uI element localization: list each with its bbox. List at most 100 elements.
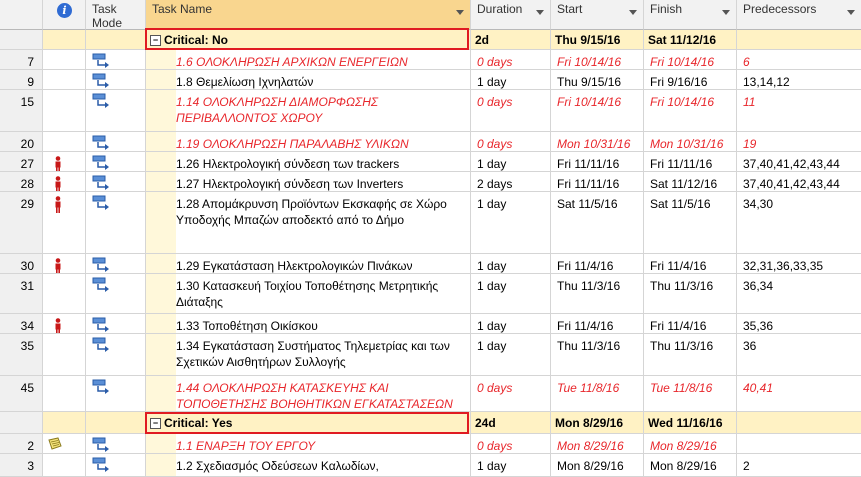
row-finish[interactable]: Thu 11/3/16 xyxy=(644,274,737,314)
row-task-mode[interactable] xyxy=(86,50,146,70)
row-task-name[interactable]: 1.44 ΟΛΟΚΛΗΡΩΣΗ ΚΑΤΑΣΚΕΥΗΣ ΚΑΙ ΤΟΠΟΘΕΤΗΣ… xyxy=(146,376,471,412)
header-duration[interactable]: Duration xyxy=(471,0,551,30)
row-duration[interactable]: 1 day xyxy=(471,192,551,254)
table-row[interactable]: 35 1.34 Εγκατάσταση Συστήματος Τηλεμετρία… xyxy=(0,334,861,376)
row-duration[interactable]: 1 day xyxy=(471,254,551,274)
row-task-mode[interactable] xyxy=(86,274,146,314)
row-duration[interactable]: 1 day xyxy=(471,152,551,172)
row-task-mode[interactable] xyxy=(86,132,146,152)
row-task-mode[interactable] xyxy=(86,454,146,477)
row-duration[interactable]: 1 day xyxy=(471,314,551,334)
row-finish[interactable]: Fri 10/14/16 xyxy=(644,50,737,70)
row-id[interactable]: 2 xyxy=(0,434,43,454)
row-id[interactable]: 31 xyxy=(0,274,43,314)
row-start[interactable]: Mon 8/29/16 xyxy=(551,454,644,477)
note-icon[interactable] xyxy=(47,437,63,453)
row-predecessors[interactable]: 40,41 xyxy=(737,376,861,412)
row-task-name[interactable]: 1.27 Ηλεκτρολογική σύνδεση των Inverters xyxy=(146,172,471,192)
table-row[interactable]: 7 1.6 ΟΛΟΚΛΗΡΩΣΗ ΑΡΧΙΚΩΝ ΕΝΕΡΓΕΙΩΝ 0 days F… xyxy=(0,50,861,70)
row-id[interactable]: 20 xyxy=(0,132,43,152)
row-finish[interactable]: Mon 8/29/16 xyxy=(644,454,737,477)
row-task-name[interactable]: 1.2 Σχεδιασμός Οδεύσεων Καλωδίων, xyxy=(146,454,471,477)
row-task-mode[interactable] xyxy=(86,314,146,334)
row-task-name[interactable]: 1.19 ΟΛΟΚΛΗΡΩΣΗ ΠΑΡΑΛΑΒΗΣ ΥΛΙΚΩΝ xyxy=(146,132,471,152)
row-task-name[interactable]: 1.29 Εγκατάσταση Ηλεκτρολογικών Πινάκων xyxy=(146,254,471,274)
row-duration[interactable]: 1 day xyxy=(471,454,551,477)
row-task-mode[interactable] xyxy=(86,254,146,274)
row-task-name[interactable]: 1.14 ΟΛΟΚΛΗΡΩΣΗ ΔΙΑΜΟΡΦΩΣΗΣ ΠΕΡΙΒΑΛΛΟΝΤΟ… xyxy=(146,90,471,132)
row-task-mode[interactable] xyxy=(86,192,146,254)
row-finish[interactable]: Fri 11/4/16 xyxy=(644,254,737,274)
row-task-mode[interactable] xyxy=(86,376,146,412)
row-task-name[interactable]: 1.8 Θεμελίωση Ιχνηλατών xyxy=(146,70,471,90)
table-row[interactable]: 20 1.19 ΟΛΟΚΛΗΡΩΣΗ ΠΑΡΑΛΑΒΗΣ ΥΛΙΚΩΝ 0 days… xyxy=(0,132,861,152)
row-duration[interactable]: 0 days xyxy=(471,434,551,454)
header-finish[interactable]: Finish xyxy=(644,0,737,30)
table-row[interactable]: 31 1.30 Κατασκευή Τοιχίου Τοποθέτησης Μετ… xyxy=(0,274,861,314)
row-predecessors[interactable]: 34,30 xyxy=(737,192,861,254)
row-duration[interactable]: 0 days xyxy=(471,50,551,70)
row-predecessors[interactable]: 36 xyxy=(737,334,861,376)
row-task-name[interactable]: 1.28 Απομάκρυνση Προϊόντων Εκσκαφής σε Χ… xyxy=(146,192,471,254)
row-id[interactable]: 28 xyxy=(0,172,43,192)
row-finish[interactable]: Tue 11/8/16 xyxy=(644,376,737,412)
row-duration[interactable]: 0 days xyxy=(471,376,551,412)
row-task-mode[interactable] xyxy=(86,172,146,192)
table-row[interactable]: 2 1.1 ΕΝΑΡΞΗ ΤΟΥ ΕΡΓΟΥ 0 days Mon 8/29/16 Mo… xyxy=(0,434,861,454)
row-start[interactable]: Fri 11/4/16 xyxy=(551,314,644,334)
table-row[interactable]: 30 1.29 Εγκατάσταση Ηλεκτρολογικών Πινάκω… xyxy=(0,254,861,274)
header-task-mode[interactable]: Task Mode xyxy=(86,0,146,30)
row-finish[interactable]: Fri 10/14/16 xyxy=(644,90,737,132)
row-finish[interactable]: Fri 11/11/16 xyxy=(644,152,737,172)
table-row[interactable]: 27 1.26 Ηλεκτρολογική σύνδεση των tracker… xyxy=(0,152,861,172)
row-start[interactable]: Fri 10/14/16 xyxy=(551,90,644,132)
row-id[interactable]: 27 xyxy=(0,152,43,172)
row-start[interactable]: Sat 11/5/16 xyxy=(551,192,644,254)
row-start[interactable]: Tue 11/8/16 xyxy=(551,376,644,412)
header-row-select[interactable] xyxy=(0,0,43,30)
row-task-mode[interactable] xyxy=(86,152,146,172)
row-predecessors[interactable]: 37,40,41,42,43,44 xyxy=(737,172,861,192)
row-predecessors[interactable]: 37,40,41,42,43,44 xyxy=(737,152,861,172)
row-id[interactable]: 7 xyxy=(0,50,43,70)
row-task-mode[interactable] xyxy=(86,90,146,132)
table-row[interactable]: 9 1.8 Θεμελίωση Ιχνηλατών 1 day Thu 9/15/16… xyxy=(0,70,861,90)
row-task-mode[interactable] xyxy=(86,70,146,90)
row-predecessors[interactable]: 35,36 xyxy=(737,314,861,334)
row-finish[interactable]: Sat 11/5/16 xyxy=(644,192,737,254)
chevron-down-icon[interactable] xyxy=(847,10,855,15)
row-duration[interactable]: 1 day xyxy=(471,70,551,90)
row-task-name[interactable]: 1.1 ΕΝΑΡΞΗ ΤΟΥ ΕΡΓΟΥ xyxy=(146,434,471,454)
row-finish[interactable]: Mon 8/29/16 xyxy=(644,434,737,454)
table-row[interactable]: 3 1.2 Σχεδιασμός Οδεύσεων Καλωδίων, 1 day M… xyxy=(0,454,861,477)
row-finish[interactable]: Fri 9/16/16 xyxy=(644,70,737,90)
table-row[interactable]: 45 1.44 ΟΛΟΚΛΗΡΩΣΗ ΚΑΤΑΣΚΕΥΗΣ ΚΑΙ ΤΟΠΟΘΕΤ… xyxy=(0,376,861,412)
row-start[interactable]: Thu 11/3/16 xyxy=(551,334,644,376)
row-start[interactable]: Mon 10/31/16 xyxy=(551,132,644,152)
row-task-name[interactable]: 1.33 Τοποθέτηση Οικίσκου xyxy=(146,314,471,334)
row-finish[interactable]: Thu 11/3/16 xyxy=(644,334,737,376)
row-finish[interactable]: Fri 11/4/16 xyxy=(644,314,737,334)
row-predecessors[interactable]: 2 xyxy=(737,454,861,477)
header-start[interactable]: Start xyxy=(551,0,644,30)
header-predecessors[interactable]: Predecessors xyxy=(737,0,861,30)
row-id[interactable]: 35 xyxy=(0,334,43,376)
table-row[interactable]: 29 1.28 Απομάκρυνση Προϊόντων Εκσκαφής σε… xyxy=(0,192,861,254)
row-predecessors[interactable] xyxy=(737,434,861,454)
row-task-name[interactable]: 1.30 Κατασκευή Τοιχίου Τοποθέτησης Μετρη… xyxy=(146,274,471,314)
row-start[interactable]: Fri 11/11/16 xyxy=(551,152,644,172)
row-start[interactable]: Thu 9/15/16 xyxy=(551,70,644,90)
row-task-name[interactable]: 1.6 ΟΛΟΚΛΗΡΩΣΗ ΑΡΧΙΚΩΝ ΕΝΕΡΓΕΙΩΝ xyxy=(146,50,471,70)
row-duration[interactable]: 1 day xyxy=(471,274,551,314)
table-row[interactable]: 34 1.33 Τοποθέτηση Οικίσκου 1 day Fri 11/4/… xyxy=(0,314,861,334)
row-duration[interactable]: 0 days xyxy=(471,90,551,132)
row-duration[interactable]: 2 days xyxy=(471,172,551,192)
row-task-name[interactable]: 1.26 Ηλεκτρολογική σύνδεση των trackers xyxy=(146,152,471,172)
row-id[interactable]: 9 xyxy=(0,70,43,90)
row-predecessors[interactable]: 13,14,12 xyxy=(737,70,861,90)
row-predecessors[interactable]: 19 xyxy=(737,132,861,152)
row-task-name[interactable]: 1.34 Εγκατάσταση Συστήματος Τηλεμετρίας … xyxy=(146,334,471,376)
row-id[interactable]: 45 xyxy=(0,376,43,412)
row-task-mode[interactable] xyxy=(86,434,146,454)
header-task-name[interactable]: Task Name xyxy=(146,0,471,30)
